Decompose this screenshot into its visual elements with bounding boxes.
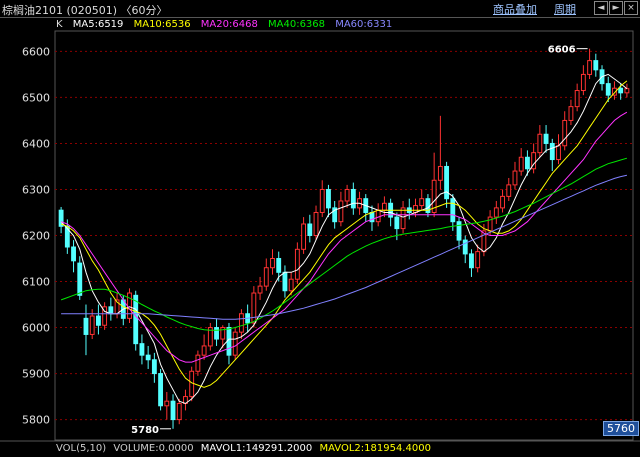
candle bbox=[506, 184, 512, 197]
candle bbox=[270, 258, 275, 269]
candle bbox=[89, 315, 95, 335]
candle bbox=[400, 207, 406, 230]
candle bbox=[282, 271, 288, 292]
candle bbox=[307, 223, 313, 237]
candle bbox=[139, 343, 145, 356]
y-tick-label: 5900 bbox=[22, 368, 50, 381]
candle bbox=[201, 345, 207, 356]
candle bbox=[83, 317, 89, 335]
candle bbox=[512, 170, 518, 186]
candle bbox=[556, 145, 561, 161]
y-tick-label: 6100 bbox=[22, 276, 50, 289]
candle bbox=[77, 262, 83, 296]
candle bbox=[518, 156, 524, 172]
candle bbox=[145, 354, 151, 361]
candle bbox=[444, 165, 450, 200]
candle bbox=[593, 60, 599, 71]
candle bbox=[319, 188, 325, 213]
candle bbox=[549, 142, 555, 161]
candle bbox=[263, 267, 269, 287]
candlestick-chart[interactable]: 6600 6500 6400 6300 6200 6100 6000 5900 5800 6606… bbox=[0, 0, 640, 457]
candle bbox=[313, 211, 319, 236]
candle bbox=[394, 216, 400, 230]
mavol2-value: MAVOL2:181954.4000 bbox=[319, 443, 431, 454]
candle bbox=[450, 198, 456, 223]
candle bbox=[587, 60, 593, 75]
candle bbox=[574, 90, 580, 108]
candle bbox=[71, 246, 76, 262]
candle bbox=[500, 195, 505, 209]
volume-indicator: VOL(5,10) VOLUME:0.0000 MAVOL1:149291.20… bbox=[56, 443, 435, 454]
y-tick-label: 6500 bbox=[22, 91, 50, 104]
candle bbox=[127, 292, 132, 319]
candle bbox=[158, 373, 164, 407]
candle bbox=[232, 331, 238, 356]
candle bbox=[338, 200, 344, 223]
candle bbox=[276, 258, 282, 273]
low-label: 5780 bbox=[131, 425, 159, 436]
y-tick-label: 6600 bbox=[22, 45, 50, 58]
candle bbox=[238, 313, 244, 333]
candle bbox=[543, 133, 549, 144]
ma40-line bbox=[60, 157, 628, 331]
candle bbox=[301, 223, 307, 250]
candle bbox=[350, 188, 356, 209]
candle bbox=[618, 87, 624, 94]
candle bbox=[413, 205, 418, 213]
candle bbox=[164, 400, 170, 407]
candle bbox=[524, 156, 530, 170]
candle bbox=[214, 327, 219, 340]
mavol1-value: MAVOL1:149291.2000 bbox=[200, 443, 313, 454]
candle bbox=[456, 221, 462, 241]
candle bbox=[493, 207, 499, 218]
candle bbox=[344, 188, 350, 202]
candle bbox=[469, 253, 474, 269]
candle bbox=[568, 106, 574, 121]
ma10-line bbox=[60, 80, 628, 388]
y-tick-label: 6300 bbox=[22, 183, 50, 196]
candle bbox=[437, 165, 443, 181]
candle bbox=[475, 251, 481, 269]
volume-value: VOLUME:0.0000 bbox=[113, 443, 194, 454]
candle bbox=[624, 88, 630, 94]
candle bbox=[605, 83, 611, 96]
y-tick-label: 6000 bbox=[22, 322, 50, 335]
candle bbox=[170, 400, 176, 421]
current-price-box: 5760 bbox=[603, 421, 639, 436]
ma5-line bbox=[60, 73, 628, 405]
candle bbox=[419, 198, 425, 207]
high-label: 6606 bbox=[548, 45, 576, 56]
candle bbox=[562, 119, 568, 147]
y-tick-label: 6400 bbox=[22, 137, 50, 150]
candle bbox=[176, 402, 182, 421]
vol-label: VOL(5,10) bbox=[56, 443, 107, 454]
candle bbox=[288, 278, 294, 292]
y-tick-label: 5800 bbox=[22, 414, 50, 427]
candle bbox=[580, 73, 586, 92]
ma60-line bbox=[61, 174, 628, 320]
y-tick-label: 6200 bbox=[22, 230, 50, 243]
candle bbox=[195, 354, 201, 372]
candle bbox=[375, 209, 381, 223]
candle bbox=[95, 315, 101, 326]
candle bbox=[251, 292, 257, 324]
candle bbox=[151, 359, 157, 375]
candle bbox=[189, 370, 195, 398]
candle bbox=[537, 133, 543, 154]
candle bbox=[257, 285, 263, 294]
candle bbox=[326, 188, 331, 209]
candle bbox=[294, 248, 300, 280]
candle bbox=[133, 294, 139, 345]
candle bbox=[381, 202, 387, 211]
